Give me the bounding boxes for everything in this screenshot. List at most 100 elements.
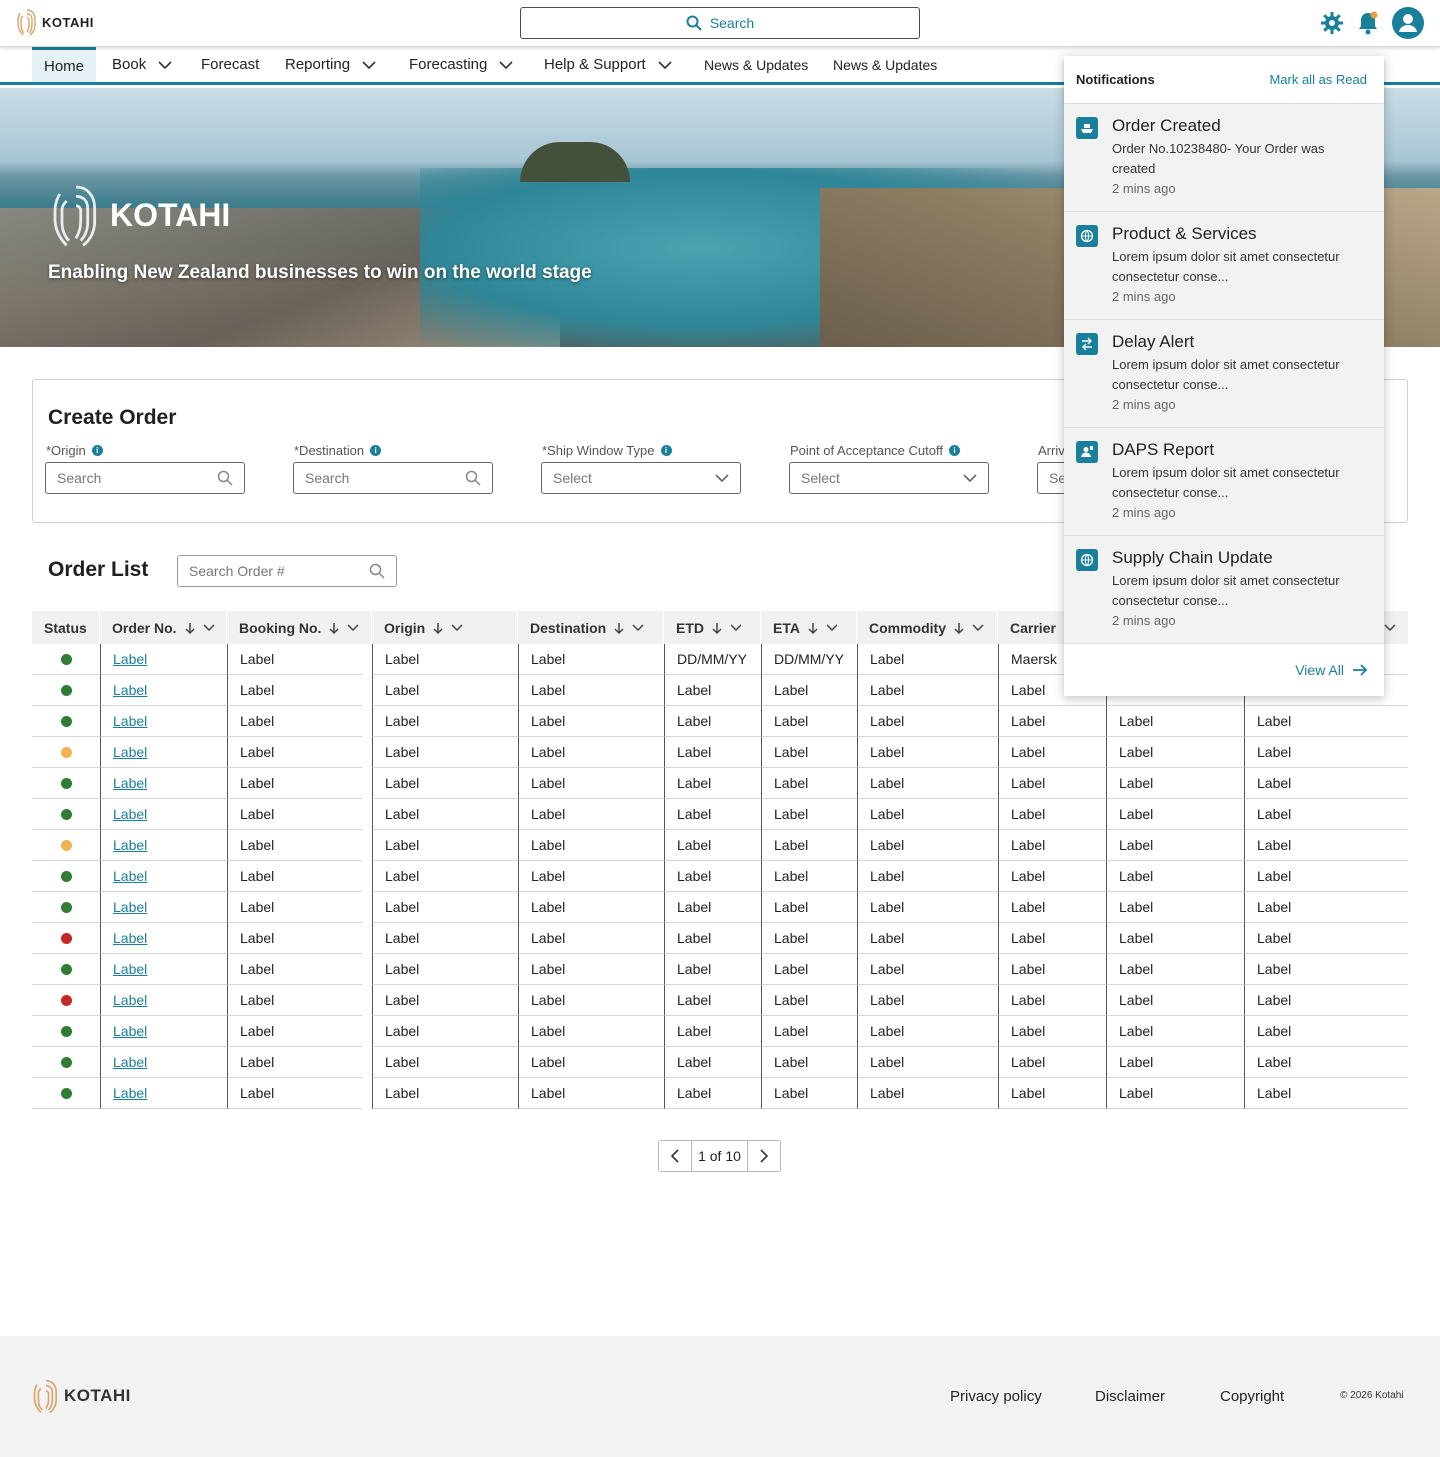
header-logo[interactable]: KOTAHI (16, 7, 94, 37)
table-row[interactable]: Label Label Label Label Label Label Label Label… (32, 892, 1408, 923)
column-header: Status (32, 611, 100, 644)
global-search-label: Search (709, 15, 755, 31)
notification-item[interactable]: Supply Chain Update Lorem ipsum dolor sit… (1064, 536, 1384, 644)
ship-window-select[interactable]: Select (541, 462, 741, 494)
disclaimer-link[interactable]: Disclaimer (1095, 1388, 1165, 1405)
table-cell-eta: Label (761, 985, 857, 1016)
table-row[interactable]: Label Label Label Label Label Label Label Label… (32, 985, 1408, 1016)
table-row[interactable]: Label Label Label Label Label Label Label Label… (32, 1078, 1408, 1109)
chevron-down-icon[interactable] (451, 624, 463, 631)
column-header[interactable]: Order No. (100, 611, 227, 644)
order-number-link[interactable]: Label (113, 1085, 147, 1101)
sort-arrow-icon[interactable] (614, 622, 624, 634)
order-number-link[interactable]: Label (113, 899, 147, 915)
table-cell-c10: Label (1106, 861, 1244, 892)
footer-logo[interactable]: KOTAHI (32, 1376, 131, 1416)
column-header[interactable]: Commodity (857, 611, 998, 644)
order-number-link[interactable]: Label (113, 713, 147, 729)
user-avatar-icon[interactable] (1392, 7, 1424, 39)
destination-placeholder: Search (305, 470, 350, 486)
order-number-link[interactable]: Label (113, 806, 147, 822)
table-cell-order: Label (100, 675, 227, 706)
sort-arrow-icon[interactable] (954, 622, 964, 634)
column-header[interactable]: ETA (761, 611, 857, 644)
nav-book[interactable]: Book (112, 47, 172, 82)
cell-text: Label (240, 1085, 275, 1101)
table-row[interactable]: Label Label Label Label Label Label Label Label… (32, 768, 1408, 799)
column-header[interactable]: ETD (664, 611, 761, 644)
order-number-link[interactable]: Label (113, 651, 147, 667)
order-number-link[interactable]: Label (113, 1023, 147, 1039)
chevron-down-icon[interactable] (347, 624, 359, 631)
info-icon[interactable]: i (91, 445, 103, 456)
copyright-link[interactable]: Copyright (1220, 1388, 1284, 1405)
table-row[interactable]: Label Label Label Label Label Label Label Label… (32, 830, 1408, 861)
chevron-down-icon[interactable] (826, 624, 838, 631)
nav-news-updates[interactable]: News & Updates (704, 47, 808, 82)
order-search-input[interactable]: Search Order # (177, 555, 397, 587)
status-dot-icon (60, 684, 72, 696)
column-header[interactable]: Destination (518, 611, 664, 644)
table-cell-destination: Label (518, 954, 664, 985)
view-all-button[interactable]: View All (1064, 644, 1384, 696)
sort-arrow-icon[interactable] (808, 622, 818, 634)
table-row[interactable]: Label Label Label Label Label Label Label Label… (32, 799, 1408, 830)
sort-arrow-icon[interactable] (329, 622, 339, 634)
gear-icon[interactable] (1320, 11, 1344, 35)
table-row[interactable]: Label Label Label Label Label Label Label Label… (32, 954, 1408, 985)
next-page-button[interactable] (748, 1141, 780, 1171)
sort-arrow-icon[interactable] (185, 622, 195, 634)
chevron-down-icon[interactable] (1384, 624, 1396, 631)
destination-input[interactable]: Search (293, 462, 493, 494)
table-row[interactable]: Label Label Label Label Label Label Label Label… (32, 861, 1408, 892)
order-number-link[interactable]: Label (113, 775, 147, 791)
notification-item[interactable]: Product & Services Lorem ipsum dolor sit … (1064, 212, 1384, 320)
chevron-down-icon[interactable] (972, 624, 984, 631)
table-cell-destination: Label (518, 799, 664, 830)
cell-text: Label (774, 713, 809, 729)
table-row[interactable]: Label Label Label Label Label Label Label Label… (32, 1047, 1408, 1078)
nav-forecasting[interactable]: Forecasting (409, 47, 513, 82)
info-icon[interactable]: i (660, 445, 672, 456)
table-cell-eta: Label (761, 923, 857, 954)
order-number-link[interactable]: Label (113, 961, 147, 977)
table-cell-origin: Label (372, 830, 518, 861)
table-row[interactable]: Label Label Label Label Label Label Label Label… (32, 737, 1408, 768)
table-row[interactable]: Label Label Label Label Label Label Label Label… (32, 1016, 1408, 1047)
info-icon[interactable]: i (948, 445, 960, 456)
origin-input[interactable]: Search (45, 462, 245, 494)
order-number-link[interactable]: Label (113, 682, 147, 698)
order-number-link[interactable]: Label (113, 868, 147, 884)
nav-home[interactable]: Home (32, 47, 97, 82)
order-number-link[interactable]: Label (113, 744, 147, 760)
table-cell-booking: Label (227, 954, 362, 985)
order-number-link[interactable]: Label (113, 930, 147, 946)
global-search[interactable]: Search (520, 7, 920, 39)
mark-all-read-button[interactable]: Mark all as Read (1269, 72, 1367, 87)
prev-page-button[interactable] (659, 1141, 691, 1171)
sort-arrow-icon[interactable] (712, 622, 722, 634)
chevron-down-icon[interactable] (730, 624, 742, 631)
notification-item[interactable]: Delay Alert Lorem ipsum dolor sit amet co… (1064, 320, 1384, 428)
footer-logo-text: KOTAHI (64, 1386, 131, 1405)
order-number-link[interactable]: Label (113, 1054, 147, 1070)
chevron-down-icon[interactable] (203, 624, 215, 631)
notification-item[interactable]: DAPS Report Lorem ipsum dolor sit amet co… (1064, 428, 1384, 536)
poa-cutoff-select[interactable]: Select (789, 462, 989, 494)
nav-help-support[interactable]: Help & Support (544, 47, 672, 82)
table-row[interactable]: Label Label Label Label Label Label Label Label… (32, 923, 1408, 954)
column-header[interactable]: Origin (372, 611, 518, 644)
privacy-policy-link[interactable]: Privacy policy (950, 1388, 1042, 1405)
nav-reporting[interactable]: Reporting (285, 47, 376, 82)
info-icon[interactable]: i (370, 445, 382, 456)
chevron-down-icon[interactable] (632, 624, 644, 631)
sort-arrow-icon[interactable] (433, 622, 443, 634)
bell-icon[interactable] (1356, 10, 1380, 36)
nav-forecast[interactable]: Forecast (201, 47, 259, 82)
notification-item[interactable]: Order Created Order No.10238480- Your Ord… (1064, 104, 1384, 212)
table-row[interactable]: Label Label Label Label Label Label Label Label… (32, 706, 1408, 737)
order-number-link[interactable]: Label (113, 992, 147, 1008)
order-number-link[interactable]: Label (113, 837, 147, 853)
nav-news-updates-2[interactable]: News & Updates (833, 47, 937, 82)
column-header[interactable]: Booking No. (227, 611, 372, 644)
